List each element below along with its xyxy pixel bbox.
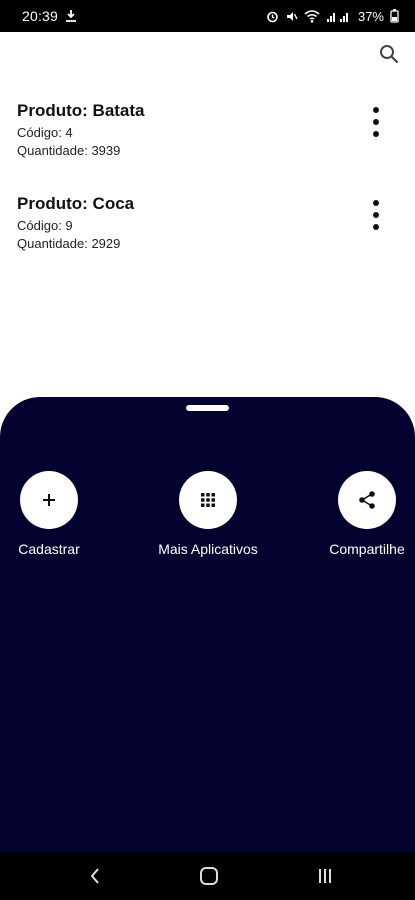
bottom-sheet: Cadastrar Mais Aplicativos Compartilhe (0, 397, 415, 852)
list-item[interactable]: Produto: Batata Código: 4 Quantidade: 39… (17, 101, 397, 165)
back-icon[interactable] (80, 864, 110, 888)
more-options-icon[interactable] (367, 198, 385, 232)
mute-icon (285, 10, 298, 23)
recents-icon[interactable] (310, 864, 340, 888)
signal-icon (326, 10, 352, 23)
status-bar: 20:39 37% (0, 0, 415, 32)
battery-percent: 37% (357, 8, 384, 24)
navigation-bar (0, 852, 415, 900)
more-apps-button[interactable]: Mais Aplicativos (138, 471, 278, 557)
add-button-label: Cadastrar (18, 541, 80, 557)
share-button[interactable]: Compartilhe (297, 471, 415, 557)
wifi-icon (304, 9, 320, 23)
battery-icon (390, 9, 399, 23)
home-icon[interactable] (194, 864, 224, 888)
search-button[interactable] (377, 44, 401, 68)
status-time: 20:39 (22, 8, 59, 24)
more-apps-label: Mais Aplicativos (158, 541, 258, 557)
drag-handle[interactable] (186, 405, 229, 411)
product-name: Produto: Coca (17, 194, 135, 213)
product-quantity: Quantidade: 3939 (17, 143, 121, 158)
alarm-icon (266, 10, 279, 23)
product-code: Código: 9 (17, 218, 73, 233)
product-quantity: Quantidade: 2929 (17, 236, 121, 251)
plus-icon[interactable] (20, 471, 78, 529)
product-name: Produto: Batata (17, 101, 145, 120)
notification-icon (64, 9, 78, 23)
share-label: Compartilhe (329, 541, 405, 557)
more-options-icon[interactable] (367, 105, 385, 139)
product-code: Código: 4 (17, 125, 73, 140)
search-icon (379, 44, 399, 69)
add-button[interactable]: Cadastrar (0, 471, 119, 557)
grid-icon[interactable] (179, 471, 237, 529)
share-icon[interactable] (338, 471, 396, 529)
list-item[interactable]: Produto: Coca Código: 9 Quantidade: 2929 (17, 194, 397, 258)
